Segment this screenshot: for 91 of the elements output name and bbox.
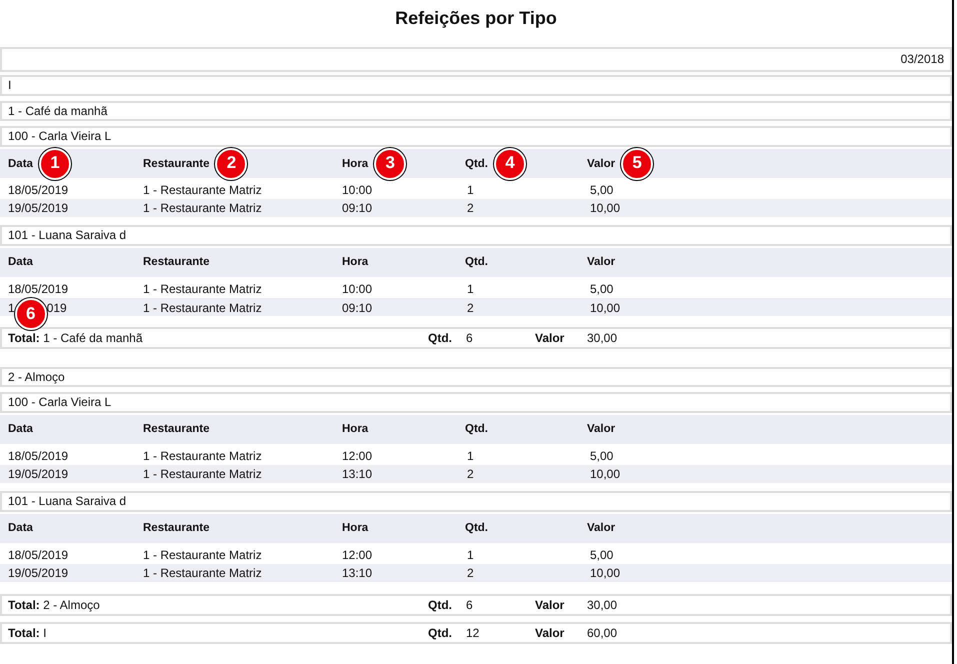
value-total: 30,00 xyxy=(587,598,618,612)
callout-marker: 4 xyxy=(494,148,526,180)
table-cell-text: 1 - Restaurante Matriz xyxy=(143,466,263,482)
table-cell-text: 09:10 xyxy=(342,300,374,316)
column-header: Restaurante xyxy=(143,158,210,170)
table-cell-text: 10:00 xyxy=(342,282,374,296)
period-text: 03/2018 xyxy=(900,52,944,67)
total-label: Total: 2 - Almoço xyxy=(8,598,101,612)
table-cell-text: 13:10 xyxy=(342,566,374,580)
callout-marker: 1 xyxy=(38,148,71,180)
column-header: Valor xyxy=(587,422,616,435)
table-cell: 019 xyxy=(46,300,67,316)
column-header: Qtd. xyxy=(465,256,488,268)
table-cell-text: 18/05/2019 xyxy=(8,182,70,198)
table-cell-text: 5,00 xyxy=(589,448,614,464)
table-cell: 1 xyxy=(8,300,15,316)
type-heading: 2 - Almoço xyxy=(8,370,65,384)
column-header: Valor xyxy=(587,158,616,170)
table-cell-text: 10:00 xyxy=(342,182,374,198)
person-heading: 100 - Carla Vieira L xyxy=(8,395,112,410)
person-heading: 101 - Luana Saraiva d xyxy=(8,494,126,509)
table-cell-text: 2 xyxy=(466,300,475,316)
table-cell-text: 1 xyxy=(466,182,475,198)
table-cell-text: 2 xyxy=(466,466,475,482)
qty-label: Qtd. xyxy=(428,598,453,612)
qty-label: Qtd. xyxy=(428,626,453,640)
table-cell-text: 13:10 xyxy=(342,466,374,482)
table-cell-text: 1 - Restaurante Matriz xyxy=(143,200,263,216)
callout-marker: 3 xyxy=(374,148,406,180)
table-cell-text: 10,00 xyxy=(589,300,622,316)
table-cell-text: 2 xyxy=(466,566,475,580)
table-cell-text: 1 xyxy=(466,548,475,562)
qty-total: 6 xyxy=(466,330,474,346)
column-header: Restaurante xyxy=(143,422,210,435)
column-header: Data xyxy=(8,256,33,268)
table-cell-text: 1 - Restaurante Matriz xyxy=(143,182,263,198)
column-header: Qtd. xyxy=(465,158,488,170)
table-cell-text: 10,00 xyxy=(589,466,622,482)
column-header: Hora xyxy=(342,422,368,435)
table-cell-text: 5,00 xyxy=(589,548,614,562)
column-header: Qtd. xyxy=(465,422,488,435)
column-header: Valor xyxy=(587,256,616,268)
table-cell-text: 19/05/2019 xyxy=(8,566,70,580)
total-label: Total: 1 - Café da manhã xyxy=(8,330,144,346)
table-cell-text: 1 - Restaurante Matriz xyxy=(143,548,263,562)
column-header: Data xyxy=(8,522,33,534)
table-cell-text: 1 - Restaurante Matriz xyxy=(143,282,263,296)
column-header: Valor xyxy=(587,522,616,534)
table-cell-text: 1 xyxy=(466,448,475,464)
table-cell-text: 18/05/2019 xyxy=(8,448,70,464)
qty-total: 12 xyxy=(466,626,480,640)
qty-label: Qtd. xyxy=(428,330,453,346)
qty-total: 6 xyxy=(466,598,474,612)
value-label: Valor xyxy=(535,626,566,640)
table-cell-text: 10,00 xyxy=(589,566,622,580)
type-heading: 1 - Café da manhã xyxy=(8,104,108,118)
column-header: Restaurante xyxy=(143,522,210,534)
column-header: Qtd. xyxy=(465,522,488,534)
column-header: Data xyxy=(8,422,33,435)
column-header: Hora xyxy=(342,158,368,170)
table-cell-text: 2 xyxy=(466,200,475,216)
person-heading: 100 - Carla Vieira L xyxy=(8,129,112,144)
table-cell-text: 1 xyxy=(466,282,475,296)
table-cell-text: 09:10 xyxy=(342,200,374,216)
table-cell-text: 10,00 xyxy=(589,200,622,216)
table-cell-text: 19/05/2019 xyxy=(8,200,70,216)
table-cell-text: 1 - Restaurante Matriz xyxy=(143,566,263,580)
table-cell-text: 5,00 xyxy=(589,182,614,198)
callout-marker: 6 xyxy=(14,298,47,330)
table-cell-text: 12:00 xyxy=(342,448,374,464)
column-header: Hora xyxy=(342,256,368,268)
table-cell-text: 1 - Restaurante Matriz xyxy=(143,448,263,464)
table-cell-text: 1 - Restaurante Matriz xyxy=(143,300,263,316)
table-cell-text: 19/05/2019 xyxy=(8,466,70,482)
total-label: Total: I xyxy=(8,626,48,640)
table-cell-text: 18/05/2019 xyxy=(8,548,70,562)
table-cell-text: 18/05/2019 xyxy=(8,282,70,296)
table-cell-text: 12:00 xyxy=(342,548,374,562)
column-header: Data xyxy=(8,158,33,170)
value-total: 30,00 xyxy=(587,330,618,346)
callout-marker: 5 xyxy=(621,148,654,180)
person-heading: 101 - Luana Saraiva d xyxy=(8,228,126,243)
callout-marker: 2 xyxy=(215,148,248,180)
column-header: Restaurante xyxy=(143,256,210,268)
column-header: Hora xyxy=(342,522,368,534)
group-text: I xyxy=(8,78,12,93)
table-cell-text: 5,00 xyxy=(589,282,614,296)
value-label: Valor xyxy=(535,598,566,612)
value-label: Valor xyxy=(535,330,566,346)
value-total: 60,00 xyxy=(587,626,618,640)
report-title: Refeições por Tipo xyxy=(394,8,558,30)
